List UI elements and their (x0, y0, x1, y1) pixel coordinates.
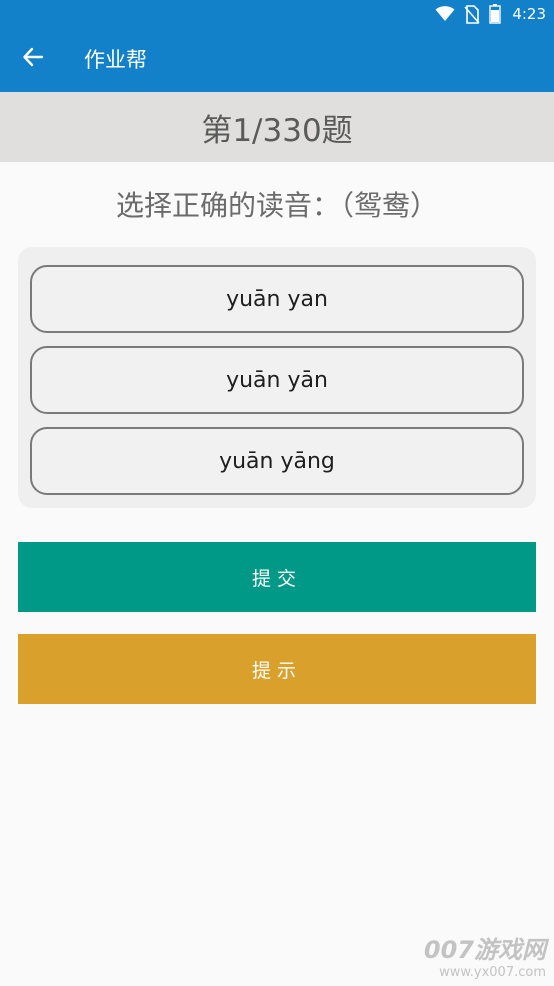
question-text: 选择正确的读音：（鸳鸯） (115, 189, 438, 222)
option-button-2[interactable]: yuān yān (30, 346, 524, 414)
app-bar: 作业帮 (0, 28, 554, 92)
status-bar: 4:23 (0, 0, 554, 28)
submit-button[interactable]: 提交 (18, 542, 536, 612)
watermark-url: www.yx007.com (439, 965, 546, 980)
hint-button[interactable]: 提示 (18, 634, 536, 704)
watermark-logo: 007游戏网 (423, 936, 546, 964)
back-button[interactable] (10, 36, 56, 82)
battery-icon (489, 4, 502, 24)
status-time: 4:23 (512, 5, 546, 23)
app-title: 作业帮 (84, 48, 147, 72)
wifi-icon (435, 6, 455, 22)
option-button-1[interactable]: yuān yan (30, 265, 524, 333)
no-sim-icon (464, 4, 480, 24)
question-counter-banner: 第1/330题 (0, 92, 554, 162)
options-panel: yuān yan yuān yān yuān yāng (18, 247, 536, 508)
question-counter: 第1/330题 (201, 112, 353, 149)
status-icons: 4:23 (435, 3, 546, 25)
watermark: 007游戏网 www.yx007.com (424, 930, 546, 980)
option-button-3[interactable]: yuān yāng (30, 427, 524, 495)
arrow-left-icon (22, 46, 44, 72)
